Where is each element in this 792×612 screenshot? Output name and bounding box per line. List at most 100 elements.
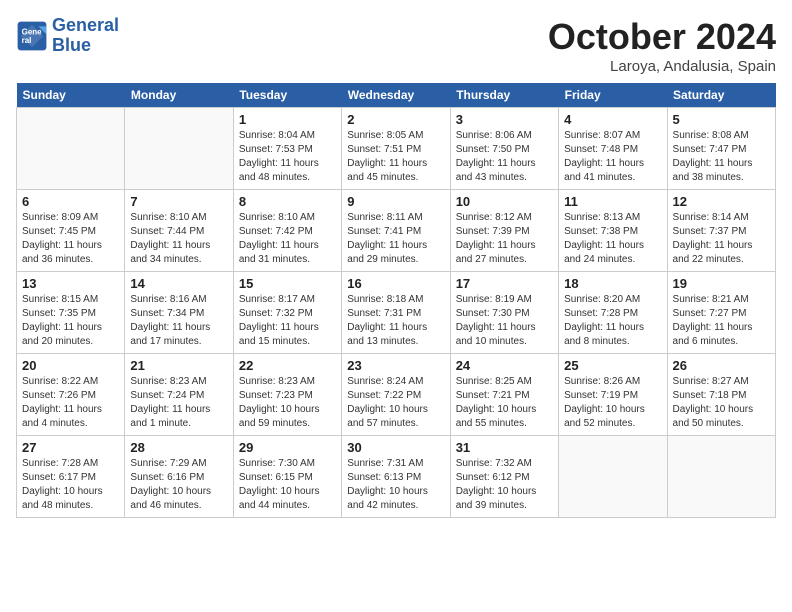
day-number: 8 xyxy=(239,194,336,209)
page-header: Gene ral General Blue October 2024 Laroy… xyxy=(16,16,776,75)
day-cell: 3 Sunrise: 8:06 AM Sunset: 7:50 PM Daylig… xyxy=(450,108,558,190)
day-info: Sunrise: 8:25 AM Sunset: 7:21 PM Dayligh… xyxy=(456,375,553,431)
day-cell: 24 Sunrise: 8:25 AM Sunset: 7:21 PM Dayli… xyxy=(450,354,558,436)
day-info: Sunrise: 8:19 AM Sunset: 7:30 PM Dayligh… xyxy=(456,293,553,349)
svg-text:ral: ral xyxy=(22,36,32,45)
day-info: Sunrise: 8:18 AM Sunset: 7:31 PM Dayligh… xyxy=(347,293,444,349)
day-info: Sunrise: 8:04 AM Sunset: 7:53 PM Dayligh… xyxy=(239,129,336,185)
day-number: 16 xyxy=(347,276,444,291)
day-number: 25 xyxy=(564,358,661,373)
weekday-header-monday: Monday xyxy=(125,83,233,108)
day-number: 11 xyxy=(564,194,661,209)
day-cell: 14Sunrise: 8:16 AM Sunset: 7:34 PM Dayli… xyxy=(125,272,233,354)
day-info: Sunrise: 8:16 AM Sunset: 7:34 PM Dayligh… xyxy=(130,293,227,349)
day-cell: 5Sunrise: 8:08 AM Sunset: 7:47 PM Daylig… xyxy=(667,108,775,190)
day-info: Sunrise: 8:20 AM Sunset: 7:28 PM Dayligh… xyxy=(564,293,661,349)
week-row-1: 1 Sunrise: 8:04 AM Sunset: 7:53 PM Daylig… xyxy=(17,108,776,190)
week-row-3: 13Sunrise: 8:15 AM Sunset: 7:35 PM Dayli… xyxy=(17,272,776,354)
day-info: Sunrise: 8:22 AM Sunset: 7:26 PM Dayligh… xyxy=(22,375,119,431)
day-cell xyxy=(17,108,125,190)
day-number: 26 xyxy=(673,358,770,373)
day-info: Sunrise: 8:08 AM Sunset: 7:47 PM Dayligh… xyxy=(673,129,770,185)
day-number: 18 xyxy=(564,276,661,291)
day-number: 20 xyxy=(22,358,119,373)
day-number: 1 xyxy=(239,112,336,127)
day-number: 19 xyxy=(673,276,770,291)
calendar-table: SundayMondayTuesdayWednesdayThursdayFrid… xyxy=(16,83,776,518)
day-number: 31 xyxy=(456,440,553,455)
day-info: Sunrise: 8:27 AM Sunset: 7:18 PM Dayligh… xyxy=(673,375,770,431)
day-cell: 23Sunrise: 8:24 AM Sunset: 7:22 PM Dayli… xyxy=(342,354,450,436)
day-cell: 9 Sunrise: 8:11 AM Sunset: 7:41 PM Daylig… xyxy=(342,190,450,272)
weekday-header-row: SundayMondayTuesdayWednesdayThursdayFrid… xyxy=(17,83,776,108)
day-info: Sunrise: 8:23 AM Sunset: 7:24 PM Dayligh… xyxy=(130,375,227,431)
day-cell: 7 Sunrise: 8:10 AM Sunset: 7:44 PM Daylig… xyxy=(125,190,233,272)
day-number: 12 xyxy=(673,194,770,209)
day-cell: 25 Sunrise: 8:26 AM Sunset: 7:19 PM Dayli… xyxy=(559,354,667,436)
day-cell: 22 Sunrise: 8:23 AM Sunset: 7:23 PM Dayli… xyxy=(233,354,341,436)
day-info: Sunrise: 8:06 AM Sunset: 7:50 PM Dayligh… xyxy=(456,129,553,185)
day-cell: 27 Sunrise: 7:28 AM Sunset: 6:17 PM Dayli… xyxy=(17,436,125,518)
day-cell: 18 Sunrise: 8:20 AM Sunset: 7:28 PM Dayli… xyxy=(559,272,667,354)
day-cell: 2Sunrise: 8:05 AM Sunset: 7:51 PM Daylig… xyxy=(342,108,450,190)
day-cell: 12 Sunrise: 8:14 AM Sunset: 7:37 PM Dayli… xyxy=(667,190,775,272)
day-info: Sunrise: 7:28 AM Sunset: 6:17 PM Dayligh… xyxy=(22,457,119,513)
location: Laroya, Andalusia, Spain xyxy=(548,58,776,75)
day-number: 10 xyxy=(456,194,553,209)
day-cell: 19 Sunrise: 8:21 AM Sunset: 7:27 PM Dayli… xyxy=(667,272,775,354)
day-number: 7 xyxy=(130,194,227,209)
day-cell: 16 Sunrise: 8:18 AM Sunset: 7:31 PM Dayli… xyxy=(342,272,450,354)
day-cell: 28 Sunrise: 7:29 AM Sunset: 6:16 PM Dayli… xyxy=(125,436,233,518)
day-cell: 13Sunrise: 8:15 AM Sunset: 7:35 PM Dayli… xyxy=(17,272,125,354)
weekday-header-saturday: Saturday xyxy=(667,83,775,108)
day-info: Sunrise: 8:21 AM Sunset: 7:27 PM Dayligh… xyxy=(673,293,770,349)
weekday-header-thursday: Thursday xyxy=(450,83,558,108)
day-number: 22 xyxy=(239,358,336,373)
day-number: 17 xyxy=(456,276,553,291)
day-cell xyxy=(125,108,233,190)
day-number: 29 xyxy=(239,440,336,455)
day-number: 23 xyxy=(347,358,444,373)
day-info: Sunrise: 8:23 AM Sunset: 7:23 PM Dayligh… xyxy=(239,375,336,431)
day-info: Sunrise: 8:26 AM Sunset: 7:19 PM Dayligh… xyxy=(564,375,661,431)
day-info: Sunrise: 8:11 AM Sunset: 7:41 PM Dayligh… xyxy=(347,211,444,267)
day-number: 21 xyxy=(130,358,227,373)
day-info: Sunrise: 7:29 AM Sunset: 6:16 PM Dayligh… xyxy=(130,457,227,513)
day-number: 4 xyxy=(564,112,661,127)
day-number: 6 xyxy=(22,194,119,209)
day-number: 27 xyxy=(22,440,119,455)
day-cell: 26 Sunrise: 8:27 AM Sunset: 7:18 PM Dayli… xyxy=(667,354,775,436)
week-row-5: 27 Sunrise: 7:28 AM Sunset: 6:17 PM Dayli… xyxy=(17,436,776,518)
day-number: 28 xyxy=(130,440,227,455)
day-number: 24 xyxy=(456,358,553,373)
day-number: 3 xyxy=(456,112,553,127)
title-block: October 2024 Laroya, Andalusia, Spain xyxy=(548,16,776,75)
day-info: Sunrise: 8:10 AM Sunset: 7:44 PM Dayligh… xyxy=(130,211,227,267)
day-info: Sunrise: 8:10 AM Sunset: 7:42 PM Dayligh… xyxy=(239,211,336,267)
day-cell: 1 Sunrise: 8:04 AM Sunset: 7:53 PM Daylig… xyxy=(233,108,341,190)
week-row-2: 6Sunrise: 8:09 AM Sunset: 7:45 PM Daylig… xyxy=(17,190,776,272)
day-info: Sunrise: 8:17 AM Sunset: 7:32 PM Dayligh… xyxy=(239,293,336,349)
day-cell: 30Sunrise: 7:31 AM Sunset: 6:13 PM Dayli… xyxy=(342,436,450,518)
day-info: Sunrise: 7:30 AM Sunset: 6:15 PM Dayligh… xyxy=(239,457,336,513)
day-cell: 11Sunrise: 8:13 AM Sunset: 7:38 PM Dayli… xyxy=(559,190,667,272)
day-cell: 4Sunrise: 8:07 AM Sunset: 7:48 PM Daylig… xyxy=(559,108,667,190)
day-info: Sunrise: 8:15 AM Sunset: 7:35 PM Dayligh… xyxy=(22,293,119,349)
weekday-header-sunday: Sunday xyxy=(17,83,125,108)
day-info: Sunrise: 7:32 AM Sunset: 6:12 PM Dayligh… xyxy=(456,457,553,513)
day-info: Sunrise: 8:12 AM Sunset: 7:39 PM Dayligh… xyxy=(456,211,553,267)
logo-icon: Gene ral xyxy=(16,20,48,52)
weekday-header-tuesday: Tuesday xyxy=(233,83,341,108)
day-number: 30 xyxy=(347,440,444,455)
day-info: Sunrise: 8:05 AM Sunset: 7:51 PM Dayligh… xyxy=(347,129,444,185)
logo-text: General Blue xyxy=(52,16,119,56)
weekday-header-friday: Friday xyxy=(559,83,667,108)
day-number: 15 xyxy=(239,276,336,291)
day-cell xyxy=(559,436,667,518)
day-info: Sunrise: 8:14 AM Sunset: 7:37 PM Dayligh… xyxy=(673,211,770,267)
day-number: 9 xyxy=(347,194,444,209)
day-cell: 20 Sunrise: 8:22 AM Sunset: 7:26 PM Dayli… xyxy=(17,354,125,436)
day-cell: 15 Sunrise: 8:17 AM Sunset: 7:32 PM Dayli… xyxy=(233,272,341,354)
day-cell: 29 Sunrise: 7:30 AM Sunset: 6:15 PM Dayli… xyxy=(233,436,341,518)
week-row-4: 20 Sunrise: 8:22 AM Sunset: 7:26 PM Dayli… xyxy=(17,354,776,436)
